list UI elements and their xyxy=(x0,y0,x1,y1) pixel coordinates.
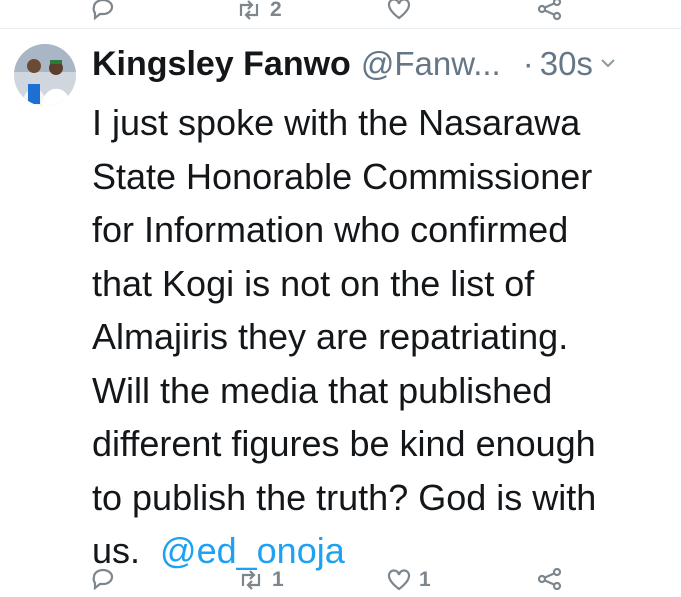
tweet-line: different figures be kind enough xyxy=(92,423,596,464)
avatar-photo-icon xyxy=(14,44,76,106)
mention-link[interactable]: @ed_onoja xyxy=(160,530,345,571)
timestamp[interactable]: 30s xyxy=(540,45,593,83)
tweet-text: I just spoke with the Nasarawa State Hon… xyxy=(92,96,677,578)
retweet-count: 2 xyxy=(270,0,282,21)
tweet-divider xyxy=(0,28,681,29)
author-name[interactable]: Kingsley Fanwo xyxy=(92,45,351,84)
tweet-actions: 1 1 xyxy=(0,568,681,592)
like-button[interactable]: 1 xyxy=(387,568,431,592)
share-button[interactable] xyxy=(538,568,562,590)
tweet-line: for Information who confirmed xyxy=(92,209,569,250)
retweet-button[interactable]: 2 xyxy=(236,0,282,22)
reply-button[interactable] xyxy=(91,568,115,590)
tweet-header: Kingsley Fanwo @Fanw... · 30s xyxy=(92,42,677,86)
more-options-button[interactable] xyxy=(601,55,615,73)
heart-icon xyxy=(387,0,411,20)
tweet-line-text: us. xyxy=(92,530,141,571)
heart-icon xyxy=(387,569,411,591)
tweet-line: that Kogi is not on the list of xyxy=(92,262,535,304)
tweet-line: State Honorable Commissioner xyxy=(92,155,593,197)
like-count: 1 xyxy=(419,568,431,591)
previous-tweet-actions: 2 xyxy=(0,0,681,22)
reply-icon xyxy=(92,568,114,590)
retweet-button[interactable]: 1 xyxy=(238,568,284,592)
retweet-count: 1 xyxy=(272,568,284,591)
tweet-line: I just spoke with the Nasarawa xyxy=(92,102,581,143)
tweet-line: Will the media that published xyxy=(92,369,553,411)
chevron-down-icon xyxy=(601,59,615,68)
avatar[interactable] xyxy=(14,44,76,106)
header-separator: · xyxy=(522,45,534,82)
tweet-line: Almajiris they are repatriating. xyxy=(92,316,569,357)
share-button[interactable] xyxy=(538,0,562,20)
tweet-line: to publish the truth? God is with xyxy=(92,476,597,518)
reply-button[interactable] xyxy=(91,0,115,20)
author-handle[interactable]: @Fanw... xyxy=(361,45,501,83)
retweet-icon xyxy=(239,0,259,20)
like-button[interactable] xyxy=(387,0,411,20)
share-icon xyxy=(538,0,562,20)
retweet-icon xyxy=(241,570,261,590)
share-icon xyxy=(538,568,562,590)
reply-icon xyxy=(92,0,114,20)
